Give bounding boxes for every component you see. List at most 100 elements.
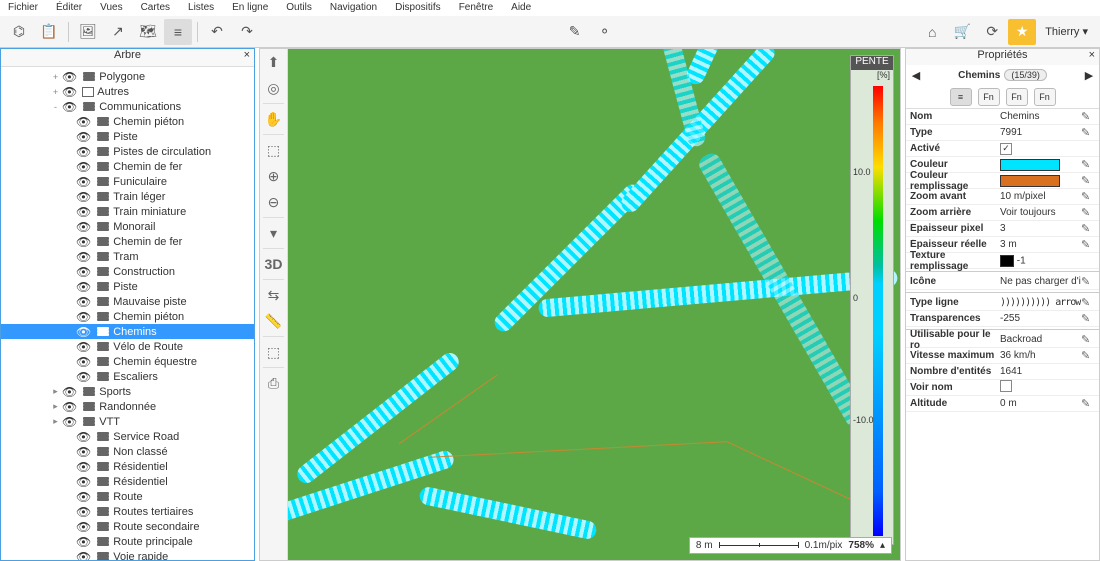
eye-icon[interactable]: 👁 [76, 265, 91, 279]
map-canvas[interactable]: PENTE [%] 10.00-10.0 8 m 0.1m/pix 758% ▴ [288, 49, 900, 560]
undo-icon[interactable]: ↶ [203, 19, 231, 45]
tree-item[interactable]: 👁Escaliers [1, 369, 254, 384]
eye-icon[interactable]: 👁 [76, 280, 91, 294]
next-icon[interactable]: ▶ [1083, 69, 1095, 82]
eye-icon[interactable]: 👁 [76, 550, 91, 561]
chevron-up-icon[interactable]: ▴ [880, 540, 885, 551]
tree-item[interactable]: ▸👁Sports [1, 384, 254, 399]
eye-icon[interactable]: 👁 [76, 505, 91, 519]
tree-item[interactable]: 👁Monorail [1, 219, 254, 234]
edit-icon[interactable]: ✎ [1081, 312, 1095, 325]
user-menu[interactable]: Thierry ▾ [1037, 25, 1096, 38]
edit-icon[interactable]: ✎ [1081, 158, 1095, 171]
close-icon[interactable]: × [1089, 49, 1095, 61]
clipboard-icon[interactable]: 📋 [35, 19, 63, 45]
eye-icon[interactable]: 👁 [76, 460, 91, 474]
eye-icon[interactable]: 👁 [76, 520, 91, 534]
eye-icon[interactable]: 👁 [76, 370, 91, 384]
eye-icon[interactable]: 👁 [76, 295, 91, 309]
ruler-icon[interactable]: 📏 [260, 308, 287, 334]
tree-item[interactable]: ▸👁Randonnée [1, 399, 254, 414]
measure-icon[interactable]: ⇆ [260, 282, 287, 308]
eye-icon[interactable]: 👁 [76, 430, 91, 444]
eye-icon[interactable]: 👁 [62, 415, 77, 429]
tree-item[interactable]: 👁Chemin piéton [1, 114, 254, 129]
tree-item[interactable]: 👁Chemin de fer [1, 159, 254, 174]
eye-icon[interactable]: 👁 [62, 85, 77, 99]
tree-item[interactable]: 👁Chemin équestre [1, 354, 254, 369]
3d-icon[interactable]: 3D [260, 251, 287, 277]
menu-aide[interactable]: Aide [511, 2, 531, 14]
tree-item[interactable]: +👁Polygone [1, 69, 254, 84]
tree-item[interactable]: 👁Service Road [1, 429, 254, 444]
path-icon[interactable]: ↗ [104, 19, 132, 45]
dropdown-icon[interactable]: ▾ [260, 220, 287, 246]
menu-vues[interactable]: Vues [100, 2, 122, 14]
menu-navigation[interactable]: Navigation [330, 2, 377, 14]
eye-icon[interactable]: 👁 [76, 160, 91, 174]
edit-icon[interactable]: ✎ [1081, 238, 1095, 251]
eye-icon[interactable]: 👁 [76, 235, 91, 249]
tree-item[interactable]: 👁Mauvaise piste [1, 294, 254, 309]
cursor-icon[interactable]: ⬆ [260, 49, 287, 75]
eye-icon[interactable]: 👁 [76, 310, 91, 324]
tree-item[interactable]: 👁Tram [1, 249, 254, 264]
tree-item[interactable]: 👁Voie rapide [1, 549, 254, 560]
cart-icon[interactable]: 🛒 [948, 19, 976, 45]
tree-item[interactable]: 👁Résidentiel [1, 459, 254, 474]
tree-item[interactable]: 👁Construction [1, 264, 254, 279]
eye-icon[interactable]: 👁 [76, 250, 91, 264]
eye-icon[interactable]: 👁 [76, 490, 91, 504]
menu-outils[interactable]: Outils [286, 2, 312, 14]
edit-icon[interactable]: ✎ [1081, 296, 1095, 309]
eye-icon[interactable]: 👁 [76, 325, 91, 339]
eye-icon[interactable]: 👁 [76, 205, 91, 219]
pan-icon[interactable]: ✋ [260, 106, 287, 132]
area-icon[interactable]: ⬚ [260, 339, 287, 365]
edit-icon[interactable]: ✎ [1081, 333, 1095, 346]
checkbox[interactable] [1000, 380, 1012, 392]
redo-icon[interactable]: ↷ [233, 19, 261, 45]
eye-icon[interactable]: 👁 [76, 145, 91, 159]
eye-icon[interactable]: 👁 [76, 355, 91, 369]
tree-item[interactable]: 👁Route [1, 489, 254, 504]
tree-item[interactable]: 👁Funiculaire [1, 174, 254, 189]
target-icon[interactable]: ◎ [260, 75, 287, 101]
edit-icon[interactable]: ✎ [1081, 349, 1095, 362]
tree-item[interactable]: 👁Chemins [1, 324, 254, 339]
home-icon[interactable]: ⌂ [918, 19, 946, 45]
zoom-in-icon[interactable]: ⊕ [260, 163, 287, 189]
edit-icon[interactable]: ✎ [1081, 206, 1095, 219]
cloud-sync-icon[interactable]: ⟳ [978, 19, 1006, 45]
tab-fn2[interactable]: Fn [1006, 88, 1028, 106]
menu-fichier[interactable]: Fichier [8, 2, 38, 14]
edit-icon[interactable]: ✎ [1081, 275, 1095, 288]
tree-item[interactable]: 👁Route secondaire [1, 519, 254, 534]
tree-item[interactable]: 👁Pistes de circulation [1, 144, 254, 159]
edit-icon[interactable]: ✎ [1081, 190, 1095, 203]
eye-icon[interactable]: 👁 [62, 100, 77, 114]
eye-icon[interactable]: 👁 [62, 400, 77, 414]
eye-icon[interactable]: 👁 [76, 445, 91, 459]
edit-icon[interactable]: ✎ [1081, 222, 1095, 235]
eye-icon[interactable]: 👁 [76, 175, 91, 189]
menu-cartes[interactable]: Cartes [141, 2, 170, 14]
select-rect-icon[interactable]: ⬚ [260, 137, 287, 163]
tab-list[interactable]: ≡ [950, 88, 972, 106]
edit-icon[interactable]: ✎ [1081, 110, 1095, 123]
zoom-out-icon[interactable]: ⊖ [260, 189, 287, 215]
edit-icon[interactable]: ✎ [1081, 397, 1095, 410]
favorite-icon[interactable]: ★ [1008, 19, 1036, 45]
tree-item[interactable]: +👁Autres [1, 84, 254, 99]
eye-icon[interactable]: 👁 [76, 535, 91, 549]
eye-icon[interactable]: 👁 [76, 115, 91, 129]
edit-icon[interactable]: ✎ [1081, 126, 1095, 139]
tree-item[interactable]: 👁Routes tertiaires [1, 504, 254, 519]
tree-item[interactable]: 👁Chemin de fer [1, 234, 254, 249]
image-icon[interactable]: 🖼 [74, 19, 102, 45]
tree-item[interactable]: 👁Train miniature [1, 204, 254, 219]
route-icon[interactable]: ✎ [561, 19, 589, 45]
menu-listes[interactable]: Listes [188, 2, 214, 14]
menu-dispositifs[interactable]: Dispositifs [395, 2, 441, 14]
tree-item[interactable]: 👁Chemin piéton [1, 309, 254, 324]
